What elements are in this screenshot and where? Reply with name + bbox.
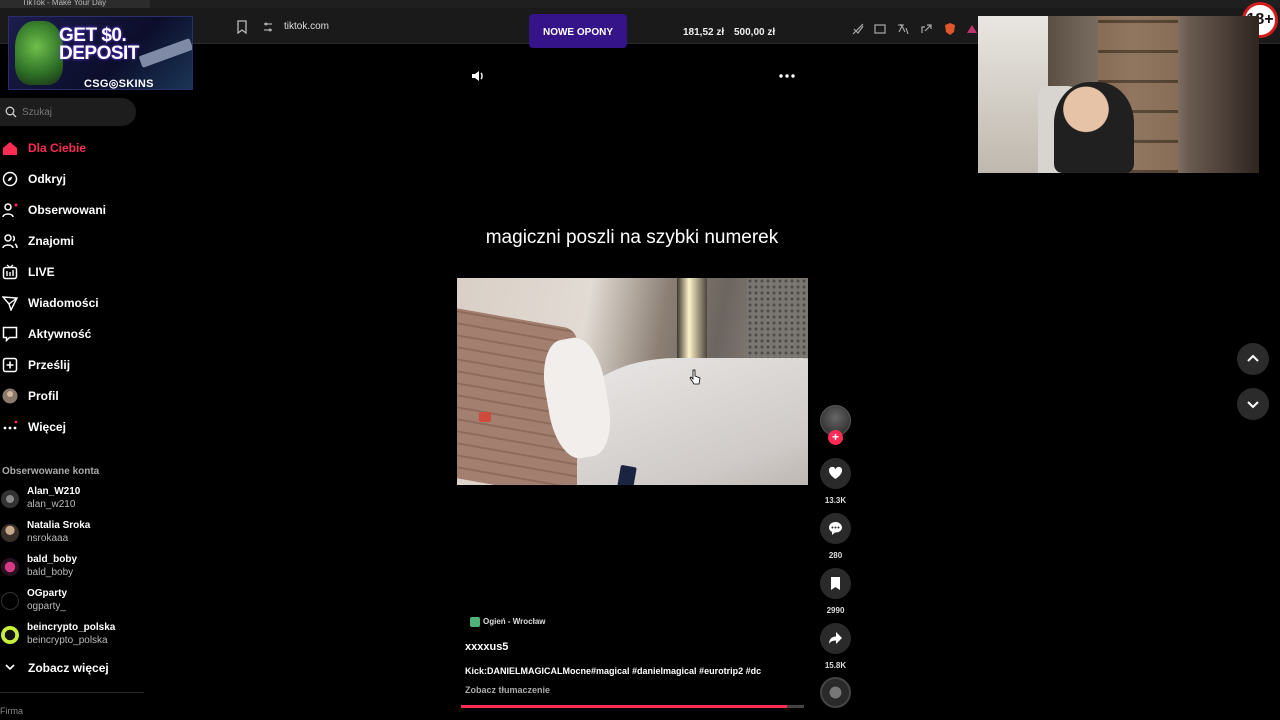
following-account[interactable]: Alan_W210 alan_w210 <box>0 486 140 514</box>
sidebar-item-profil[interactable]: Profil <box>0 383 140 409</box>
location-tag[interactable]: Ogień - Wrocław <box>465 615 546 629</box>
ad-headline: GET $0. DEPOSIT <box>59 25 139 64</box>
heart-icon <box>828 466 843 479</box>
mouse-cursor-icon <box>689 369 701 385</box>
webcam-overlay <box>978 16 1259 173</box>
see-more-button[interactable]: Zobacz więcej <box>0 657 140 677</box>
search-icon[interactable] <box>5 106 17 118</box>
site-info-icon[interactable] <box>262 21 274 33</box>
following-icon <box>2 203 18 218</box>
saves-count: 2990 <box>826 606 845 615</box>
sidebar-item-znajomi[interactable]: Znajomi <box>0 228 140 254</box>
search-input[interactable] <box>22 102 128 122</box>
video-caption: magiczni poszli na szybki numerek <box>485 227 779 248</box>
ad-rifle-image <box>138 38 192 68</box>
following-accounts-title: Obserwowane konta <box>2 466 100 477</box>
upload-icon <box>2 357 18 373</box>
sidebar-item-odkryj[interactable]: Odkryj <box>0 166 140 192</box>
share-icon <box>829 632 842 644</box>
footer-link[interactable]: Firma <box>0 706 23 716</box>
comment-icon <box>829 522 842 535</box>
profile-icon <box>2 388 18 404</box>
live-icon <box>2 264 18 280</box>
shares-count: 15.8K <box>824 661 847 670</box>
see-translation-link[interactable]: Zobacz tłumaczenie <box>465 685 550 695</box>
following-account[interactable]: Natalia Sroka nsrokaaa <box>0 520 140 548</box>
following-account[interactable]: beincrypto_polska beincrypto_polska <box>0 622 140 650</box>
ad-mascot <box>15 21 63 85</box>
messages-icon <box>2 296 18 311</box>
comments-count: 280 <box>828 551 843 560</box>
video-player[interactable] <box>457 278 808 485</box>
sidebar-item-live[interactable]: LIVE <box>0 259 140 285</box>
avatar <box>1 490 19 508</box>
sidebar-item-obserwowani[interactable]: Obserwowani <box>0 197 140 223</box>
balance-2: 500,00 zł <box>734 27 776 38</box>
next-video-button[interactable] <box>1237 388 1269 420</box>
video-description: Kick:DANIELMAGICALMocne#magical #danielm… <box>465 666 762 676</box>
ad-brand: CSG◎SKINS <box>84 78 154 90</box>
music-disc[interactable] <box>820 677 851 708</box>
balance-1: 181,52 zł <box>683 27 725 38</box>
sidebar-item-przeslij[interactable]: Prześlij <box>0 352 140 378</box>
rewards-icon[interactable] <box>965 22 979 36</box>
brave-shield-icon[interactable] <box>943 22 957 36</box>
video-progress-fill <box>461 705 787 708</box>
bookmark-icon <box>831 577 840 590</box>
compass-icon <box>2 171 18 187</box>
sidebar-divider <box>0 692 144 693</box>
friends-icon <box>2 234 18 249</box>
search-bar <box>0 98 136 126</box>
location-pin-icon <box>470 617 480 627</box>
sidebar-item-aktywnosc[interactable]: Aktywność <box>0 321 140 347</box>
share-button[interactable] <box>820 623 851 654</box>
activity-icon <box>2 326 18 342</box>
sidebar-item-wiecej[interactable]: Więcej <box>0 414 140 440</box>
chevron-down-icon <box>1247 401 1259 409</box>
promo-button[interactable]: NOWE OPONY <box>529 14 627 48</box>
home-icon <box>3 142 17 155</box>
avatar <box>1 524 19 542</box>
like-button[interactable] <box>820 458 851 489</box>
previous-video-button[interactable] <box>1237 343 1269 375</box>
volume-icon[interactable] <box>470 68 486 84</box>
following-account[interactable]: bald_boby bald_boby <box>0 554 140 582</box>
more-icon <box>3 420 18 430</box>
likes-count: 13.3K <box>824 496 847 505</box>
video-author-username[interactable]: xxxxus5 <box>465 641 508 653</box>
video-progress-bar[interactable] <box>461 705 804 708</box>
avatar <box>1 626 19 644</box>
avatar <box>1 558 19 576</box>
ad-banner[interactable]: GET $0. DEPOSIT CSG◎SKINS <box>8 16 193 90</box>
more-options-icon[interactable] <box>778 68 796 84</box>
following-account[interactable]: OGparty ogparty_ <box>0 588 140 616</box>
bookmark-icon[interactable] <box>236 20 248 34</box>
browser-tab[interactable]: TikTok - Make Your Day <box>0 0 150 8</box>
sidebar-item-wiadomosci[interactable]: Wiadomości <box>0 290 140 316</box>
avatar <box>1 592 19 610</box>
save-button[interactable] <box>820 568 851 599</box>
comment-button[interactable] <box>820 513 851 544</box>
tracking-off-icon[interactable] <box>851 22 865 36</box>
chevron-down-icon <box>5 664 15 671</box>
browser-tab-strip: TikTok - Make Your Day <box>0 0 1280 8</box>
sidebar-item-dla-ciebie[interactable]: Dla Ciebie <box>0 135 140 161</box>
chevron-up-icon <box>1247 354 1259 362</box>
translate-icon[interactable] <box>896 22 910 36</box>
address-bar[interactable]: tiktok.com <box>284 21 329 32</box>
follow-button[interactable]: + <box>828 430 843 445</box>
share-page-icon[interactable] <box>919 22 933 36</box>
cast-icon[interactable] <box>873 22 887 36</box>
